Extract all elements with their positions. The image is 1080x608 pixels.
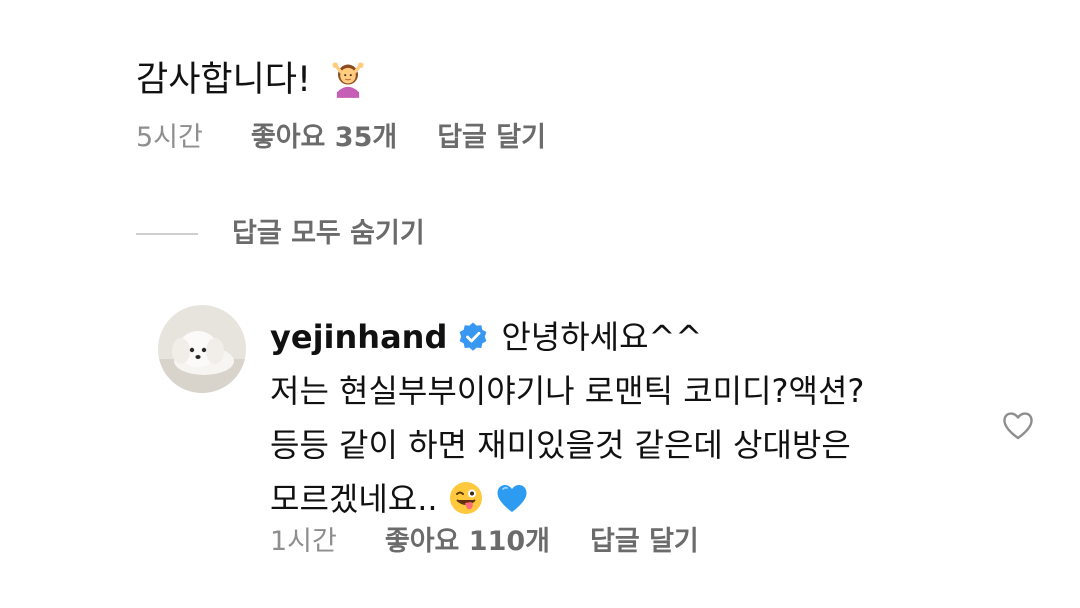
comment-time: 5시간 [136, 122, 203, 153]
reply-likes-count-link[interactable]: 좋아요 110개 [385, 524, 550, 560]
parent-comment-meta: 5시간 좋아요 35개 답글 달기 [136, 120, 546, 156]
reply-comment-meta: 1시간 좋아요 110개 답글 달기 [270, 524, 699, 560]
parent-comment-body: 감사합니다! [136, 60, 312, 100]
reply-text-line-3: 등등 같이 하면 재미있을것 같은데 상대방은 [270, 426, 851, 464]
reply-text-line-4: 모르겠네요.. [270, 480, 438, 518]
reply-header-line: yejinhand 안녕하세요^^ [270, 310, 970, 364]
blue-heart-emoji [497, 484, 527, 512]
white-puppy-avatar-icon [158, 305, 246, 393]
reply-text-line-4-wrapper: 모르겠네요.. [270, 472, 970, 526]
reply-to-reply-button[interactable]: 답글 달기 [590, 524, 699, 560]
verified-badge-icon [459, 322, 487, 351]
reply-text-line-1: 안녕하세요^^ [501, 318, 703, 356]
hide-replies-toggle[interactable]: 답글 모두 숨기기 [136, 214, 425, 254]
winking-face-with-tongue-emoji [449, 482, 482, 514]
username-link[interactable]: yejinhand [270, 310, 447, 364]
avatar[interactable] [158, 305, 246, 393]
hide-replies-label: 답글 모두 숨기기 [232, 218, 425, 249]
reply-time: 1시간 [270, 526, 337, 557]
reply-button[interactable]: 답글 달기 [437, 120, 546, 156]
reply-comment: yejinhand 안녕하세요^^ 저는 현실부부이야기나 로맨틱 코미디?액션… [270, 310, 970, 526]
reply-text-line-2: 저는 현실부부이야기나 로맨틱 코미디?액션? [270, 372, 865, 410]
like-heart-icon[interactable] [1000, 407, 1036, 443]
woman-gesturing-ok-emoji [332, 62, 364, 98]
likes-count-link[interactable]: 좋아요 35개 [251, 120, 397, 156]
replies-divider-line [136, 233, 198, 235]
parent-comment-text: 감사합니다! [136, 56, 368, 104]
